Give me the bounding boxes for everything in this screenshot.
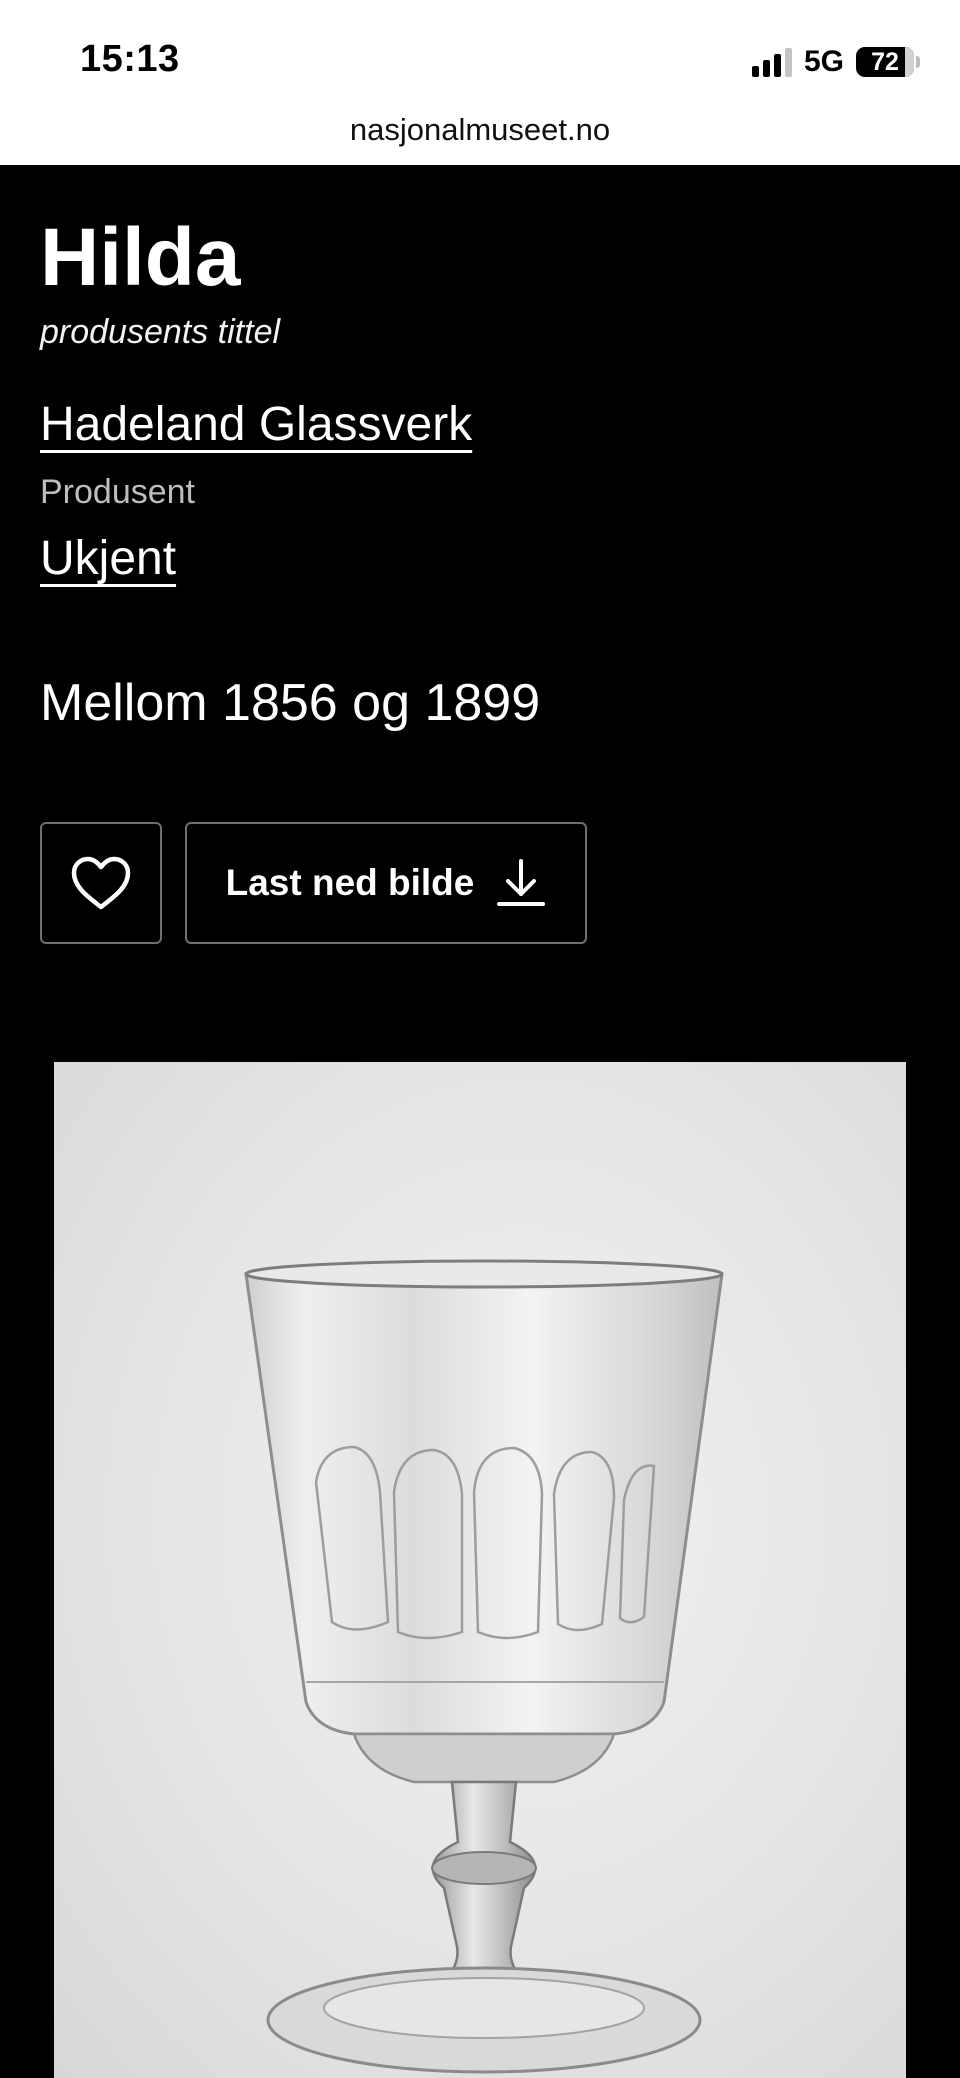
battery-level: 72 (871, 47, 899, 76)
battery-icon: 72 (856, 47, 920, 77)
status-indicators: 5G 72 (751, 42, 920, 82)
page-title: Hilda (40, 212, 241, 303)
download-icon (497, 859, 546, 906)
maker-link[interactable]: Hadeland Glassverk (40, 397, 472, 452)
wine-glass-icon (244, 1259, 724, 2074)
favorite-button[interactable] (40, 822, 162, 944)
download-image-button[interactable]: Last ned bilde (185, 822, 587, 944)
maker-role: Produsent (40, 473, 195, 511)
url-bar[interactable]: nasjonalmuseet.no (0, 112, 960, 148)
heart-icon (71, 856, 131, 910)
browser-chrome: 15:13 5G 72 nasjonalmuseet.no (0, 0, 960, 165)
maker2-link[interactable]: Ukjent (40, 531, 176, 586)
title-note: produsents tittel (40, 313, 281, 351)
status-time: 15:13 (80, 38, 180, 80)
download-label: Last ned bilde (225, 862, 475, 903)
dating: Mellom 1856 og 1899 (40, 674, 541, 732)
artwork-image[interactable] (54, 1062, 906, 2078)
signal-icon (751, 47, 792, 77)
network-type: 5G (803, 45, 844, 78)
